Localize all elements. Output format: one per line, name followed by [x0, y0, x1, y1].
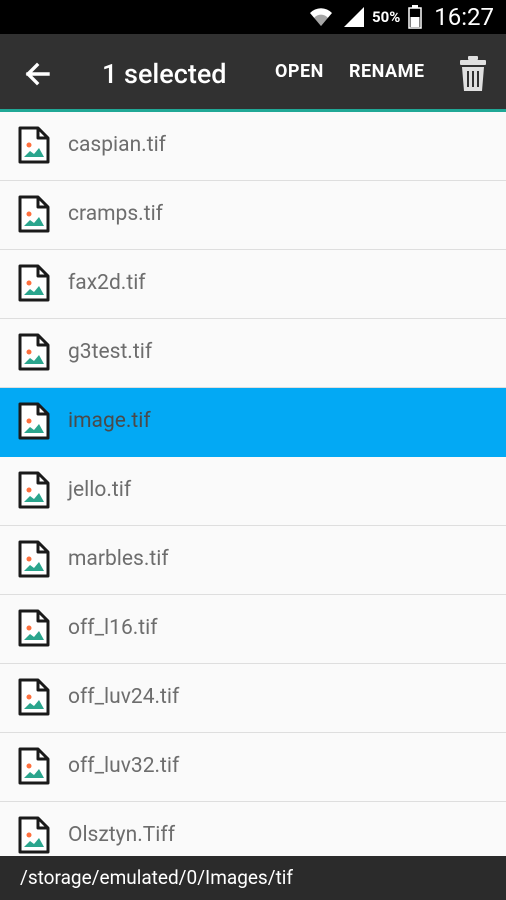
file-icon	[18, 126, 50, 164]
image-file-icon	[18, 195, 50, 233]
file-name: marbles.tif	[68, 547, 169, 571]
file-name: Olsztyn.Tiff	[68, 823, 175, 847]
file-row[interactable]: off_luv24.tif	[0, 664, 506, 733]
clock: 16:27	[434, 3, 494, 31]
file-row[interactable]: Olsztyn.Tiff	[0, 802, 506, 856]
file-row[interactable]: caspian.tif	[0, 112, 506, 181]
file-name: fax2d.tif	[68, 271, 146, 295]
wifi-icon	[310, 8, 332, 26]
image-file-icon	[18, 126, 50, 164]
file-name: jello.tif	[68, 478, 132, 502]
file-name: off_luv32.tif	[68, 754, 180, 778]
image-file-icon	[18, 264, 50, 302]
status-bar: 50% 16:27	[0, 0, 506, 34]
open-button[interactable]: OPEN	[275, 61, 324, 82]
image-file-icon	[18, 540, 50, 578]
file-row[interactable]: jello.tif	[0, 457, 506, 526]
image-file-icon	[18, 747, 50, 785]
file-icon	[18, 402, 50, 440]
file-row[interactable]: marbles.tif	[0, 526, 506, 595]
file-icon	[18, 471, 50, 509]
file-icon	[18, 264, 50, 302]
battery-percent: 50%	[372, 8, 401, 26]
file-name: cramps.tif	[68, 202, 163, 226]
back-button[interactable]	[18, 54, 58, 94]
selection-title: 1 selected	[102, 58, 227, 90]
file-name: g3test.tif	[68, 340, 153, 364]
file-name: off_l16.tif	[68, 616, 158, 640]
file-row[interactable]: off_luv32.tif	[0, 733, 506, 802]
signal-icon	[344, 7, 364, 27]
file-row[interactable]: cramps.tif	[0, 181, 506, 250]
file-row[interactable]: image.tif	[0, 388, 506, 457]
image-file-icon	[18, 471, 50, 509]
file-icon	[18, 195, 50, 233]
file-row[interactable]: fax2d.tif	[0, 250, 506, 319]
file-icon	[18, 747, 50, 785]
file-row[interactable]: off_l16.tif	[0, 595, 506, 664]
trash-icon	[460, 56, 486, 91]
file-icon	[18, 816, 50, 854]
file-icon	[18, 678, 50, 716]
file-icon	[18, 609, 50, 647]
image-file-icon	[18, 678, 50, 716]
rename-button[interactable]: RENAME	[349, 61, 425, 82]
file-name: image.tif	[68, 409, 151, 433]
delete-button[interactable]	[456, 54, 490, 94]
arrow-left-icon	[25, 62, 50, 86]
action-bar: 1 selected OPEN RENAME	[0, 34, 506, 112]
file-icon	[18, 333, 50, 371]
battery-icon	[408, 5, 422, 29]
image-file-icon	[18, 609, 50, 647]
file-row[interactable]: g3test.tif	[0, 319, 506, 388]
file-list[interactable]: caspian.tif cramps.tif fax2d.tif g3test.tif…	[0, 112, 506, 856]
image-file-icon	[18, 402, 50, 440]
current-path: /storage/emulated/0/Images/tif	[20, 866, 294, 889]
image-file-icon	[18, 333, 50, 371]
file-icon	[18, 540, 50, 578]
image-file-icon	[18, 816, 50, 854]
file-name: off_luv24.tif	[68, 685, 180, 709]
file-name: caspian.tif	[68, 133, 166, 157]
path-bar: /storage/emulated/0/Images/tif	[0, 856, 506, 900]
